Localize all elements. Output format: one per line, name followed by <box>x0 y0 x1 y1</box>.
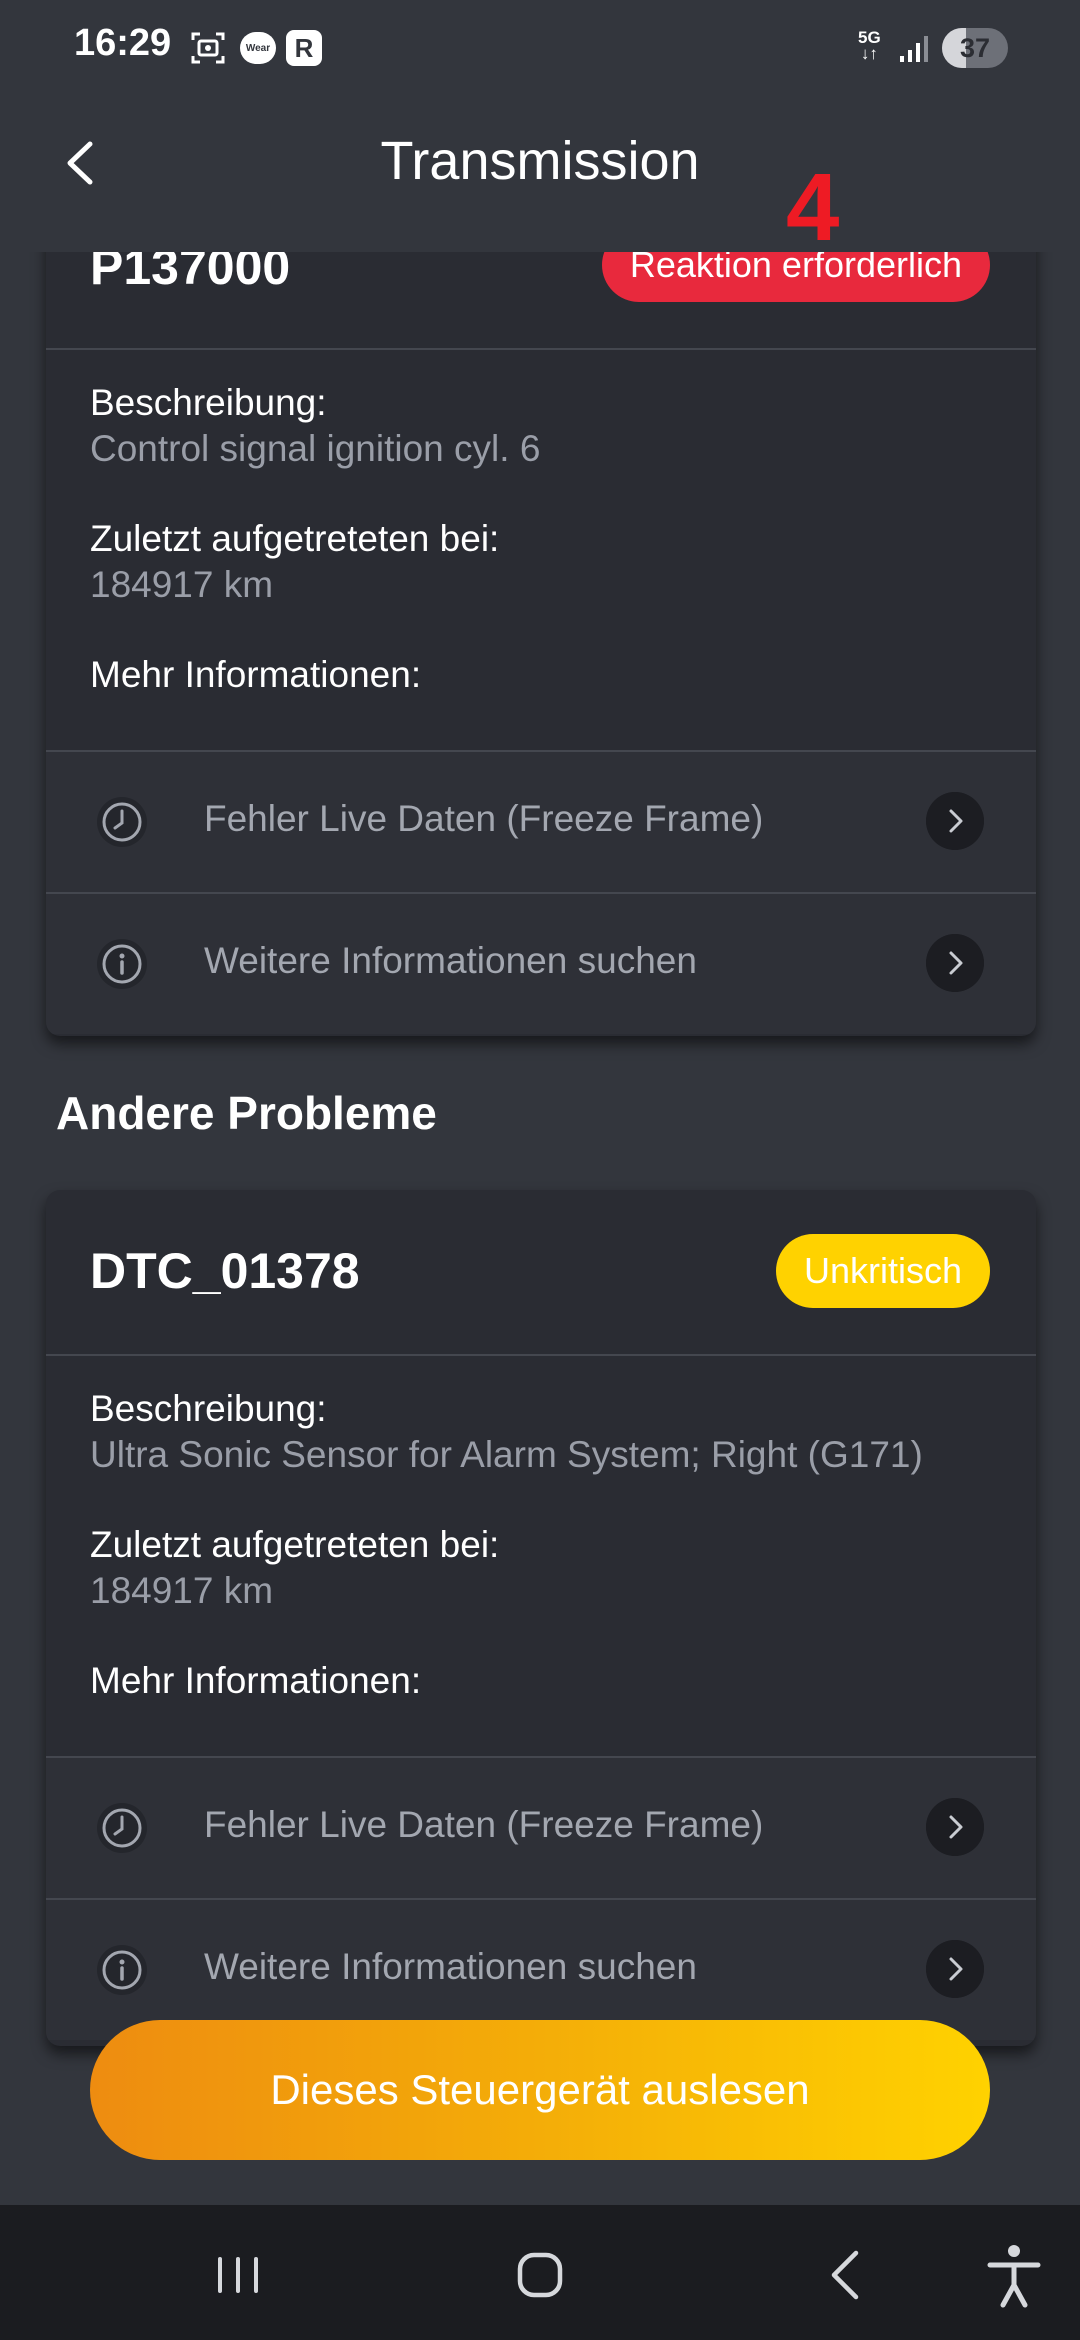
nav-back-icon[interactable] <box>804 2235 884 2315</box>
battery-level: 37 <box>959 32 991 63</box>
search-info-label: Weitere Informationen suchen <box>204 1946 697 1987</box>
last-seen-label: Zuletzt aufgetreteten bei: <box>90 518 500 559</box>
network-5g-icon: 5G ↓↑ <box>858 29 881 63</box>
description-label: Beschreibung: <box>90 1388 327 1429</box>
wear-icon: Wear <box>240 32 276 64</box>
freeze-frame-row[interactable]: Fehler Live Daten (Freeze Frame) <box>46 750 1036 892</box>
annotation-number: 4 <box>786 154 840 261</box>
screenshot-icon <box>191 32 225 64</box>
card-body: Beschreibung: Control signal ignition cy… <box>90 380 1010 698</box>
chevron-right-icon <box>926 934 984 992</box>
info-icon <box>97 1945 147 1995</box>
section-title-other-problems: Andere Probleme <box>56 1087 437 1139</box>
r-app-icon: R <box>286 30 322 66</box>
more-info-label: Mehr Informationen: <box>90 654 422 695</box>
more-info-label: Mehr Informationen: <box>90 1660 422 1701</box>
battery-icon: 37 <box>942 28 1008 68</box>
freeze-frame-label: Fehler Live Daten (Freeze Frame) <box>204 1804 764 1845</box>
chevron-right-icon <box>926 792 984 850</box>
home-icon[interactable] <box>500 2235 580 2315</box>
search-info-row[interactable]: Weitere Informationen suchen <box>46 1898 1036 2040</box>
page-title: Transmission <box>380 131 700 191</box>
clock-icon <box>97 1803 147 1853</box>
status-time: 16:29 <box>74 22 172 64</box>
chevron-right-icon <box>926 1940 984 1998</box>
app-header: Transmission 4 <box>0 100 1080 256</box>
search-info-label: Weitere Informationen suchen <box>204 940 697 981</box>
description-value: Ultra Sonic Sensor for Alarm System; Rig… <box>90 1434 923 1475</box>
content-scroll[interactable]: P137000 Reaktion erforderlich Beschreibu… <box>0 0 1080 2205</box>
data-arrows-icon: ↓↑ <box>860 44 878 63</box>
system-nav-bar <box>0 2205 1080 2340</box>
severity-badge: Unkritisch <box>775 1234 990 1308</box>
recents-icon[interactable] <box>200 2235 280 2315</box>
info-icon <box>97 939 147 989</box>
signal-icon <box>900 36 928 62</box>
last-seen-label: Zuletzt aufgetreteten bei: <box>90 1524 500 1565</box>
card-header: DTC_01378 Unkritisch <box>46 1190 1036 1356</box>
card-body: Beschreibung: Ultra Sonic Sensor for Ala… <box>90 1386 1010 1704</box>
dtc-card-dtc-01378: DTC_01378 Unkritisch Beschreibung: Ultra… <box>46 1190 1036 2046</box>
description-label: Beschreibung: <box>90 382 327 423</box>
accessibility-icon[interactable] <box>976 2235 1052 2315</box>
last-seen-value: 184917 km <box>90 1570 274 1611</box>
dtc-code: DTC_01378 <box>90 1243 360 1299</box>
dtc-card-p137000: P137000 Reaktion erforderlich Beschreibu… <box>46 140 1036 1036</box>
freeze-frame-label: Fehler Live Daten (Freeze Frame) <box>204 798 764 839</box>
last-seen-value: 184917 km <box>90 564 274 605</box>
chevron-right-icon <box>926 1798 984 1856</box>
status-bar: 16:29 Wear R 5G ↓↑ 37 <box>0 0 1080 100</box>
freeze-frame-row[interactable]: Fehler Live Daten (Freeze Frame) <box>46 1756 1036 1898</box>
search-info-row[interactable]: Weitere Informationen suchen <box>46 892 1036 1034</box>
clock-icon <box>97 797 147 847</box>
description-value: Control signal ignition cyl. 6 <box>90 428 541 469</box>
read-control-unit-button[interactable]: Dieses Steuergerät auslesen <box>90 2020 990 2160</box>
